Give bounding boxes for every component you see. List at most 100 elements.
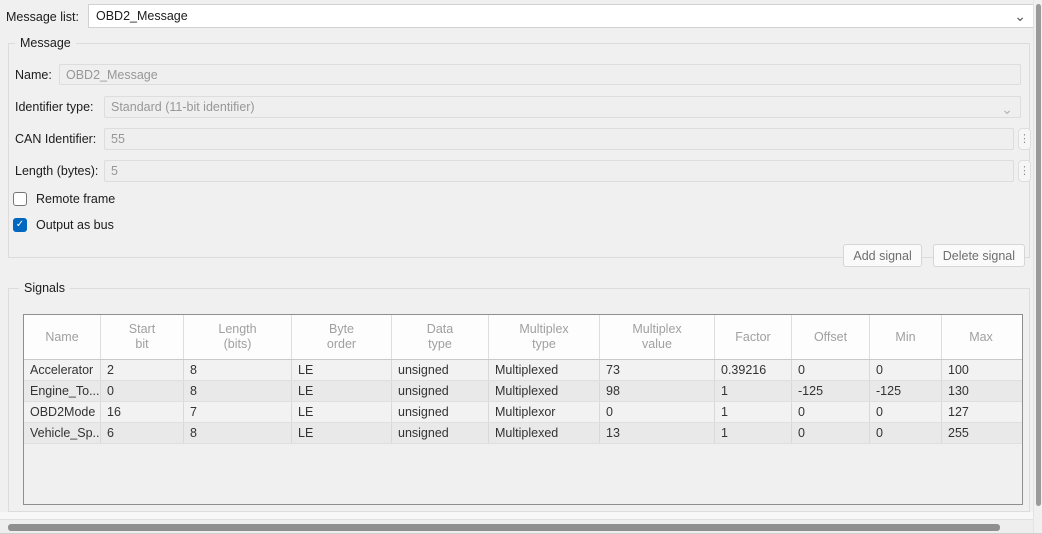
column-header-0[interactable]: Name (24, 315, 101, 359)
message-list-value: OBD2_Message (96, 9, 188, 23)
column-header-10[interactable]: Max (942, 315, 1020, 359)
table-cell[interactable]: LE (292, 423, 392, 443)
message-groupbox-title: Message (15, 35, 76, 51)
identifier-type-select[interactable]: Standard (11-bit identifier) ⌄ (104, 96, 1021, 118)
signals-table-body: Accelerator28LEunsignedMultiplexed730.39… (24, 360, 1022, 444)
table-cell[interactable]: LE (292, 360, 392, 380)
signals-groupbox-title: Signals (19, 280, 70, 296)
column-header-5[interactable]: Multiplex type (489, 315, 600, 359)
table-cell[interactable]: 0 (870, 402, 942, 422)
message-list-select[interactable]: OBD2_Message ⌄ (88, 4, 1034, 28)
table-cell[interactable]: 0 (792, 423, 870, 443)
column-header-9[interactable]: Min (870, 315, 942, 359)
vertical-scrollbar[interactable] (1033, 0, 1042, 534)
can-message-editor-panel: Message list: OBD2_Message ⌄ Message Nam… (0, 0, 1042, 534)
signals-table[interactable]: NameStart bitLength (bits)Byte orderData… (23, 314, 1023, 505)
table-cell[interactable]: 100 (942, 360, 1020, 380)
bottom-gap-band (0, 512, 1033, 519)
horizontal-scrollbar-thumb[interactable] (8, 524, 1000, 531)
checkbox-box[interactable]: ✓ (13, 192, 27, 206)
table-cell[interactable]: 1 (715, 423, 792, 443)
table-cell[interactable]: unsigned (392, 360, 489, 380)
table-cell[interactable]: -125 (870, 381, 942, 401)
can-identifier-label: CAN Identifier: (15, 132, 96, 146)
delete-signal-button[interactable]: Delete signal (933, 244, 1025, 267)
table-cell[interactable]: Vehicle_Sp... (24, 423, 101, 443)
column-header-2[interactable]: Length (bits) (184, 315, 292, 359)
table-cell[interactable]: 255 (942, 423, 1020, 443)
table-cell[interactable]: 13 (600, 423, 715, 443)
vertical-scrollbar-thumb[interactable] (1036, 4, 1041, 506)
can-identifier-value: 55 (111, 132, 125, 146)
remote-frame-label: Remote frame (36, 192, 115, 206)
table-cell[interactable]: 8 (184, 360, 292, 380)
signal-actions: Add signal Delete signal (843, 244, 1025, 267)
name-label: Name: (15, 68, 52, 82)
table-cell[interactable]: 127 (942, 402, 1020, 422)
column-header-1[interactable]: Start bit (101, 315, 184, 359)
table-cell[interactable]: OBD2Mode (24, 402, 101, 422)
table-cell[interactable]: 0.39216 (715, 360, 792, 380)
stepper-dots-icon: ⋮ (1019, 166, 1030, 176)
table-cell[interactable]: Engine_To... (24, 381, 101, 401)
table-row[interactable]: Vehicle_Sp...68LEunsignedMultiplexed1310… (24, 423, 1022, 444)
length-bytes-value: 5 (111, 164, 118, 178)
column-header-8[interactable]: Offset (792, 315, 870, 359)
table-cell[interactable]: 130 (942, 381, 1020, 401)
length-bytes-stepper[interactable]: ⋮ (1018, 160, 1031, 182)
checkmark-icon: ✓ (16, 220, 24, 230)
can-identifier-field[interactable]: 55 (104, 128, 1014, 150)
checkbox-box[interactable]: ✓ (13, 218, 27, 232)
table-cell[interactable]: 8 (184, 423, 292, 443)
add-signal-button[interactable]: Add signal (843, 244, 921, 267)
table-cell[interactable]: Multiplexor (489, 402, 600, 422)
table-cell[interactable]: unsigned (392, 381, 489, 401)
table-cell[interactable]: 8 (184, 381, 292, 401)
output-as-bus-label: Output as bus (36, 218, 114, 232)
table-cell[interactable]: Multiplexed (489, 423, 600, 443)
table-cell[interactable]: 0 (870, 423, 942, 443)
horizontal-scrollbar[interactable] (0, 519, 1033, 534)
table-cell[interactable]: -125 (792, 381, 870, 401)
table-cell[interactable]: 1 (715, 381, 792, 401)
table-cell[interactable]: Multiplexed (489, 381, 600, 401)
table-cell[interactable]: Multiplexed (489, 360, 600, 380)
table-cell[interactable]: 0 (792, 360, 870, 380)
table-cell[interactable]: 2 (101, 360, 184, 380)
identifier-type-value: Standard (11-bit identifier) (111, 100, 255, 114)
stepper-dots-icon: ⋮ (1019, 134, 1030, 144)
table-cell[interactable]: 7 (184, 402, 292, 422)
table-cell[interactable]: 1 (715, 402, 792, 422)
can-identifier-stepper[interactable]: ⋮ (1018, 128, 1031, 150)
length-bytes-label: Length (bytes): (15, 164, 98, 178)
table-cell[interactable]: 0 (870, 360, 942, 380)
table-row[interactable]: OBD2Mode167LEunsignedMultiplexor0100127 (24, 402, 1022, 423)
remote-frame-checkbox[interactable]: ✓ Remote frame (13, 192, 115, 206)
name-field[interactable]: OBD2_Message (59, 64, 1021, 85)
table-cell[interactable]: 0 (600, 402, 715, 422)
table-cell[interactable]: 0 (792, 402, 870, 422)
table-cell[interactable]: 73 (600, 360, 715, 380)
table-cell[interactable]: 16 (101, 402, 184, 422)
column-header-6[interactable]: Multiplex value (600, 315, 715, 359)
table-row[interactable]: Accelerator28LEunsignedMultiplexed730.39… (24, 360, 1022, 381)
column-header-4[interactable]: Data type (392, 315, 489, 359)
table-cell[interactable]: LE (292, 402, 392, 422)
chevron-down-icon: ⌄ (1014, 6, 1026, 26)
signals-table-empty-area (24, 444, 1022, 504)
output-as-bus-checkbox[interactable]: ✓ Output as bus (13, 218, 114, 232)
table-cell[interactable]: unsigned (392, 402, 489, 422)
signals-groupbox: Signals NameStart bitLength (bits)Byte o… (8, 288, 1030, 512)
table-row[interactable]: Engine_To...08LEunsignedMultiplexed981-1… (24, 381, 1022, 402)
table-cell[interactable]: Accelerator (24, 360, 101, 380)
chevron-down-icon: ⌄ (1001, 99, 1013, 118)
table-cell[interactable]: 6 (101, 423, 184, 443)
table-cell[interactable]: LE (292, 381, 392, 401)
name-field-value: OBD2_Message (66, 68, 158, 82)
column-header-3[interactable]: Byte order (292, 315, 392, 359)
table-cell[interactable]: 98 (600, 381, 715, 401)
table-cell[interactable]: 0 (101, 381, 184, 401)
table-cell[interactable]: unsigned (392, 423, 489, 443)
length-bytes-field[interactable]: 5 (104, 160, 1014, 182)
column-header-7[interactable]: Factor (715, 315, 792, 359)
